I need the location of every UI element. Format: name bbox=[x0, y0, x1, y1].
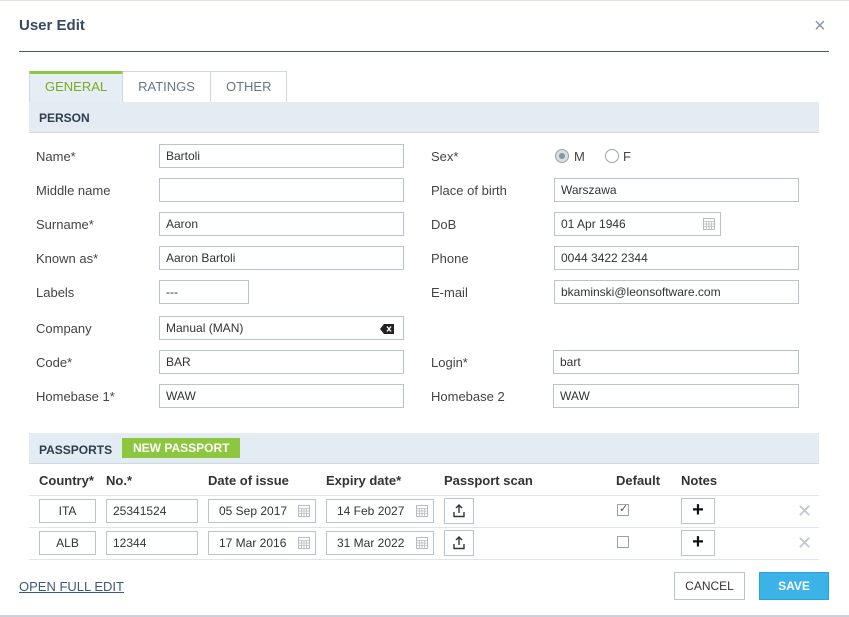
login-label: Login* bbox=[431, 355, 468, 370]
tab-other[interactable]: OTHER bbox=[210, 71, 288, 102]
surname-label: Surname* bbox=[36, 217, 94, 232]
calendar-icon[interactable] bbox=[298, 537, 310, 549]
sex-label: Sex* bbox=[431, 149, 459, 164]
known-as-label: Known as* bbox=[36, 251, 99, 266]
labels-select[interactable]: --- bbox=[159, 280, 249, 304]
sex-radio-f[interactable] bbox=[605, 149, 619, 163]
name-input[interactable]: Bartoli bbox=[159, 144, 404, 168]
company-select[interactable]: Manual (MAN) bbox=[159, 316, 404, 340]
col-notes: Notes bbox=[681, 473, 718, 488]
dob-input[interactable]: 01 Apr 1946 bbox=[554, 212, 721, 236]
save-button[interactable]: SAVE bbox=[759, 572, 829, 600]
table-row-divider bbox=[29, 527, 819, 528]
dialog-title: User Edit bbox=[19, 17, 85, 34]
phone-input[interactable]: 0044 3422 2344 bbox=[554, 246, 799, 270]
labels-label: Labels bbox=[36, 285, 75, 300]
calendar-icon[interactable] bbox=[298, 505, 310, 517]
col-country: Country* bbox=[39, 473, 94, 488]
col-expiry-date: Expiry date* bbox=[326, 473, 402, 488]
passport-issue-date-value: 05 Sep 2017 bbox=[219, 504, 288, 518]
passport-country-input[interactable]: ALB bbox=[39, 531, 96, 555]
email-input[interactable]: bkaminski@leonsoftware.com bbox=[554, 280, 799, 304]
title-divider bbox=[19, 51, 829, 52]
company-label: Company bbox=[36, 321, 92, 336]
upload-icon bbox=[453, 536, 465, 550]
dob-label: DoB bbox=[431, 217, 457, 232]
cancel-button[interactable]: CANCEL bbox=[674, 572, 745, 600]
col-number: No.* bbox=[106, 473, 132, 488]
homebase1-input[interactable]: WAW bbox=[159, 384, 404, 408]
plus-icon: + bbox=[692, 499, 704, 521]
plus-icon: + bbox=[692, 531, 704, 553]
company-value: Manual (MAN) bbox=[166, 321, 244, 335]
close-icon[interactable]: ✕ bbox=[797, 502, 812, 520]
add-note-button[interactable]: + bbox=[681, 498, 715, 524]
login-input[interactable]: bart bbox=[553, 350, 799, 374]
passport-default-checkbox[interactable] bbox=[617, 536, 629, 548]
calendar-icon[interactable] bbox=[416, 505, 428, 517]
passport-number-input[interactable]: 12344 bbox=[106, 531, 198, 555]
clear-input-icon[interactable] bbox=[380, 324, 394, 334]
code-input[interactable]: BAR bbox=[159, 350, 404, 374]
known-as-input[interactable]: Aaron Bartoli bbox=[159, 246, 404, 270]
name-label: Name* bbox=[36, 149, 76, 164]
homebase1-label: Homebase 1* bbox=[36, 389, 115, 404]
passport-expiry-date-value: 14 Feb 2027 bbox=[337, 504, 405, 518]
col-default: Default bbox=[616, 473, 661, 488]
passports-section-header: PASSPORTS NEW PASSPORT bbox=[29, 433, 819, 464]
passport-expiry-date-input[interactable]: 14 Feb 2027 bbox=[326, 499, 434, 523]
open-full-edit-link[interactable]: OPEN FULL EDIT bbox=[19, 579, 124, 594]
place-of-birth-label: Place of birth bbox=[431, 183, 507, 198]
passport-country-input[interactable]: ITA bbox=[39, 499, 96, 523]
passports-section-title: PASSPORTS bbox=[39, 443, 113, 457]
passport-number-input[interactable]: 25341524 bbox=[106, 499, 198, 523]
close-icon[interactable]: × bbox=[814, 16, 826, 36]
tab-bar: GENERAL RATINGS OTHER bbox=[29, 71, 288, 102]
table-header-divider bbox=[29, 495, 819, 496]
middle-name-label: Middle name bbox=[36, 183, 111, 198]
passport-scan-upload-button[interactable] bbox=[444, 498, 474, 524]
place-of-birth-input[interactable]: Warszawa bbox=[554, 178, 799, 202]
calendar-icon[interactable] bbox=[703, 218, 715, 230]
middle-name-input[interactable] bbox=[159, 178, 404, 202]
sex-radio-m-label: M bbox=[574, 149, 585, 164]
table-bottom-divider bbox=[29, 559, 819, 560]
close-icon[interactable]: ✕ bbox=[797, 534, 812, 552]
passport-issue-date-input[interactable]: 17 Mar 2016 bbox=[208, 531, 316, 555]
passport-issue-date-value: 17 Mar 2016 bbox=[219, 536, 287, 550]
col-date-of-issue: Date of issue bbox=[208, 473, 289, 488]
user-edit-dialog: User Edit × GENERAL RATINGS OTHER PERSON… bbox=[0, 0, 849, 617]
code-label: Code* bbox=[36, 355, 73, 370]
sex-radio-m[interactable] bbox=[555, 149, 569, 163]
surname-input[interactable]: Aaron bbox=[159, 212, 404, 236]
calendar-icon[interactable] bbox=[416, 537, 428, 549]
sex-radio-f-label: F bbox=[623, 149, 631, 164]
new-passport-button[interactable]: NEW PASSPORT bbox=[122, 438, 241, 458]
passport-expiry-date-value: 31 Mar 2022 bbox=[337, 536, 405, 550]
passport-default-checkbox[interactable] bbox=[617, 502, 629, 516]
add-note-button[interactable]: + bbox=[681, 530, 715, 556]
person-section-title: PERSON bbox=[39, 111, 90, 125]
tab-general[interactable]: GENERAL bbox=[29, 71, 124, 102]
tab-ratings[interactable]: RATINGS bbox=[123, 71, 211, 102]
dob-value: 01 Apr 1946 bbox=[561, 217, 626, 231]
homebase2-input[interactable]: WAW bbox=[553, 384, 799, 408]
col-passport-scan: Passport scan bbox=[444, 473, 533, 488]
passport-expiry-date-input[interactable]: 31 Mar 2022 bbox=[326, 531, 434, 555]
person-section-header: PERSON bbox=[29, 102, 819, 133]
homebase2-label: Homebase 2 bbox=[431, 389, 505, 404]
passport-issue-date-input[interactable]: 05 Sep 2017 bbox=[208, 499, 316, 523]
email-label: E-mail bbox=[431, 285, 468, 300]
phone-label: Phone bbox=[431, 251, 469, 266]
upload-icon bbox=[453, 504, 465, 518]
passport-scan-upload-button[interactable] bbox=[444, 530, 474, 556]
